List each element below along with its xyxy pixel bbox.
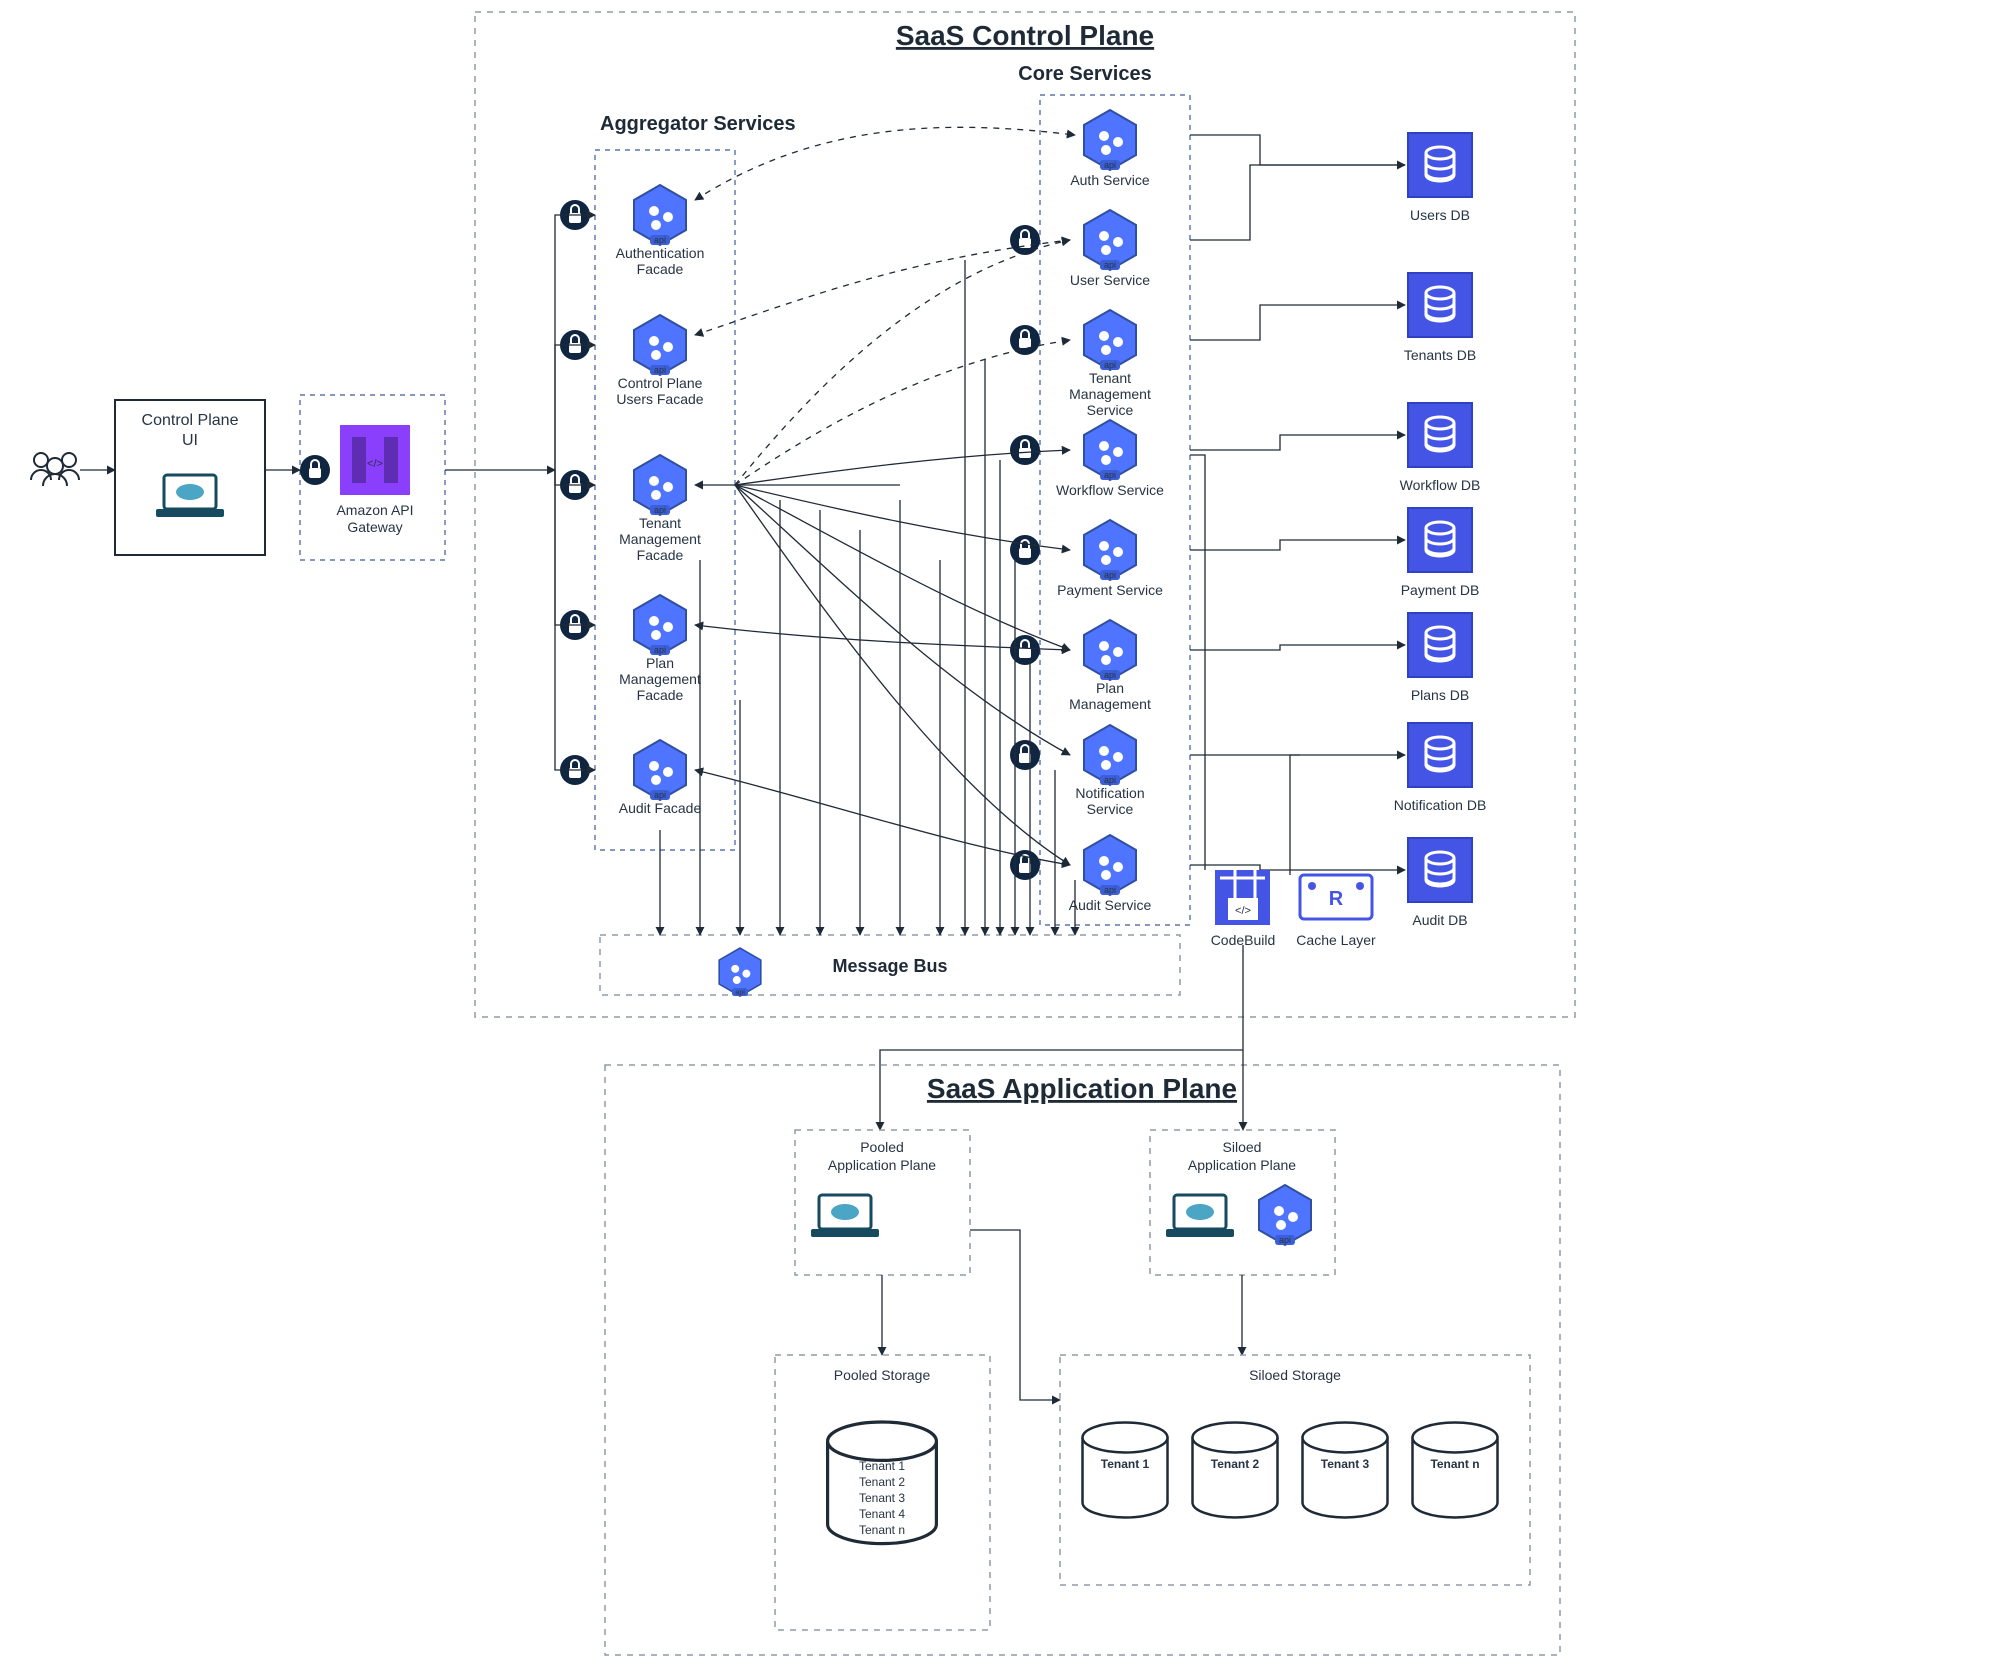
pooled-storage-label: Pooled Storage: [834, 1367, 931, 1383]
svg-text:Service: Service: [1087, 402, 1134, 418]
svg-text:Siloed: Siloed: [1223, 1139, 1262, 1155]
svg-text:Application Plane: Application Plane: [828, 1157, 936, 1173]
svg-text:Facade: Facade: [637, 547, 684, 563]
svg-text:Tenant n: Tenant n: [1430, 1457, 1479, 1471]
svg-text:Notification DB: Notification DB: [1394, 797, 1487, 813]
svg-text:Workflow Service: Workflow Service: [1056, 482, 1164, 498]
db-users: Users DB: [1408, 133, 1472, 223]
cache-layer-icon: R Cache Layer: [1296, 875, 1376, 948]
aggregator-plan-facade: PlanManagementFacade: [560, 595, 701, 703]
core-tenant-service: TenantManagementService: [1010, 310, 1151, 418]
svg-text:Management: Management: [1069, 696, 1151, 712]
bus-drops: [660, 260, 1075, 935]
application-plane-title: SaaS Application Plane: [927, 1073, 1237, 1104]
core-audit-service: Audit Service: [1010, 835, 1151, 913]
svg-text:Facade: Facade: [637, 261, 684, 277]
svg-text:Audit DB: Audit DB: [1412, 912, 1467, 928]
svg-text:Audit Service: Audit Service: [1069, 897, 1152, 913]
db-plans: Plans DB: [1408, 613, 1472, 703]
db-payment: Payment DB: [1401, 508, 1480, 598]
svg-text:Pooled: Pooled: [860, 1139, 904, 1155]
svg-text:Tenant 2: Tenant 2: [1211, 1457, 1260, 1471]
lock-icon: [300, 455, 330, 485]
svg-text:Tenant 1: Tenant 1: [1101, 1457, 1150, 1471]
core-plan-service: PlanManagement: [1010, 620, 1151, 712]
svg-text:Tenant 1: Tenant 1: [859, 1459, 905, 1473]
control-plane-ui-label-2: UI: [182, 432, 198, 449]
svg-text:Tenant 2: Tenant 2: [859, 1475, 905, 1489]
svg-text:</>: </>: [1235, 905, 1251, 917]
svg-text:Notification: Notification: [1075, 785, 1144, 801]
svg-text:Management: Management: [619, 671, 701, 687]
svg-text:Tenant 3: Tenant 3: [859, 1491, 905, 1505]
core-payment-service: Payment Service: [1010, 520, 1163, 598]
svg-text:Tenant 3: Tenant 3: [1321, 1457, 1370, 1471]
core-auth-service: Auth Service: [1070, 110, 1150, 188]
core-user-service: User Service: [1010, 210, 1150, 288]
svg-text:Auth Service: Auth Service: [1070, 172, 1150, 188]
application-plane-box: [605, 1065, 1560, 1655]
aggregator-users-facade: Control PlaneUsers Facade: [560, 315, 704, 407]
svg-text:Tenants DB: Tenants DB: [1404, 347, 1476, 363]
siloed-cylinders: Tenant 1 Tenant 2 Tenant 3 Tenant n: [1083, 1423, 1498, 1518]
svg-text:Tenant 4: Tenant 4: [859, 1507, 905, 1521]
svg-text:Payment Service: Payment Service: [1057, 582, 1163, 598]
svg-text:Management: Management: [1069, 386, 1151, 402]
svg-text:Plan: Plan: [1096, 680, 1124, 696]
svg-text:Plans DB: Plans DB: [1411, 687, 1469, 703]
aggregator-audit-facade: Audit Facade: [560, 740, 701, 816]
aggregator-tenant-facade: TenantManagementFacade: [560, 455, 701, 563]
svg-text:Authentication: Authentication: [616, 245, 705, 261]
svg-text:Application Plane: Application Plane: [1188, 1157, 1296, 1173]
db-workflow: Workflow DB: [1400, 403, 1481, 493]
svg-text:Payment DB: Payment DB: [1401, 582, 1480, 598]
control-plane-ui-label-1: Control Plane: [142, 412, 239, 429]
svg-text:</>: </>: [367, 458, 383, 470]
svg-text:Users Facade: Users Facade: [616, 391, 703, 407]
svg-text:R: R: [1329, 888, 1344, 910]
api-gateway-label-1: Amazon API: [336, 502, 413, 518]
svg-text:Plan: Plan: [646, 655, 674, 671]
users-icon: [31, 453, 79, 486]
api-gateway-label-2: Gateway: [347, 519, 402, 535]
svg-text:Management: Management: [619, 531, 701, 547]
codebuild-icon: </> CodeBuild: [1211, 870, 1276, 948]
core-workflow-service: Workflow Service: [1010, 420, 1164, 498]
aggregator-auth-facade: AuthenticationFacade: [560, 185, 704, 277]
db-notification: Notification DB: [1394, 723, 1487, 813]
svg-text:Workflow DB: Workflow DB: [1400, 477, 1481, 493]
svg-text:Facade: Facade: [637, 687, 684, 703]
db-tenants: Tenants DB: [1404, 273, 1476, 363]
control-plane-title: SaaS Control Plane: [896, 20, 1154, 51]
svg-text:Service: Service: [1087, 801, 1134, 817]
svg-text:Tenant n: Tenant n: [859, 1523, 905, 1537]
svg-text:Control Plane: Control Plane: [618, 375, 703, 391]
svg-text:Tenant: Tenant: [1089, 370, 1131, 386]
siloed-storage-label: Siloed Storage: [1249, 1367, 1341, 1383]
db-audit: Audit DB: [1408, 838, 1472, 928]
aggregator-title: Aggregator Services: [600, 113, 796, 135]
message-bus-title: Message Bus: [832, 956, 947, 976]
svg-text:Audit Facade: Audit Facade: [619, 800, 702, 816]
svg-text:Users DB: Users DB: [1410, 207, 1470, 223]
svg-text:Cache Layer: Cache Layer: [1296, 932, 1376, 948]
svg-text:User Service: User Service: [1070, 272, 1150, 288]
architecture-diagram: api: [0, 0, 1999, 1673]
core-title: Core Services: [1018, 63, 1151, 85]
svg-text:Tenant: Tenant: [639, 515, 681, 531]
